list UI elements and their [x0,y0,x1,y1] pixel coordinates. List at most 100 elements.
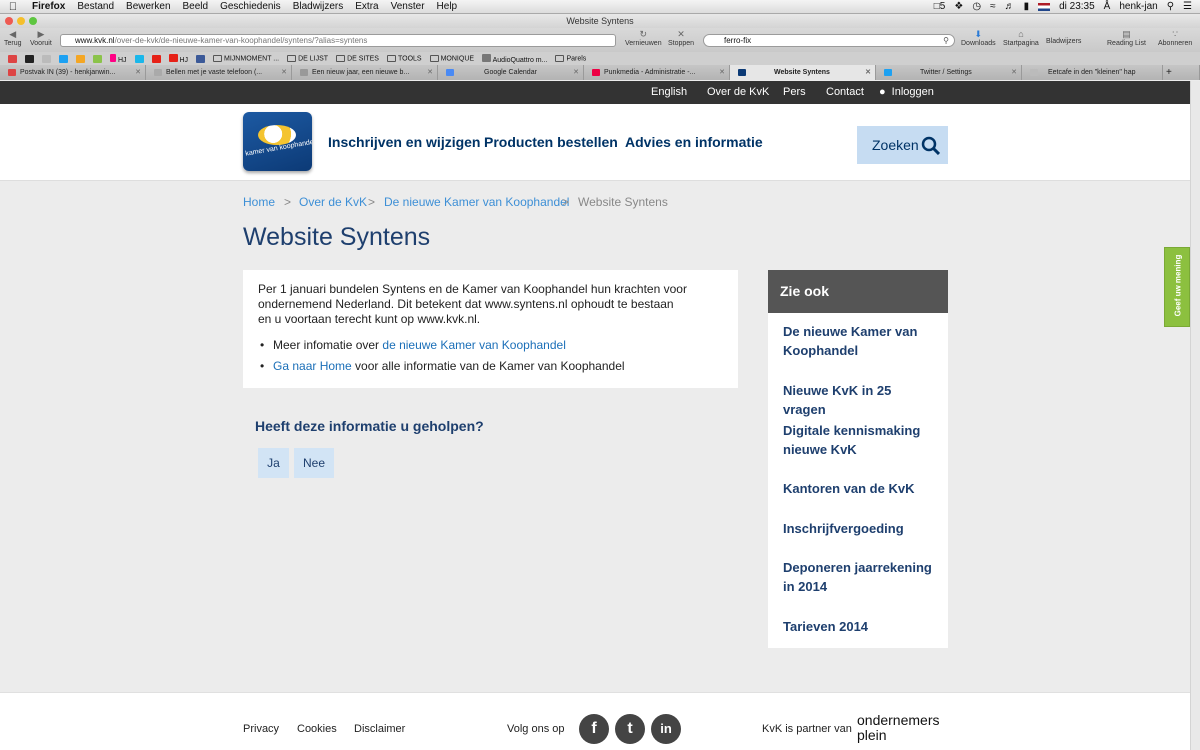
menu-bestand[interactable]: Bestand [71,1,120,12]
search-button[interactable]: Zoeken [857,126,948,164]
tab-gmail[interactable]: Postvak IN (39) - henkjanwin... ✕ [0,65,146,80]
bookmark-hj-2[interactable]: HJ [168,53,188,64]
reload-button[interactable]: ↻ Vernieuwen [625,30,662,48]
close-tab-icon[interactable]: ✕ [865,65,871,80]
spotlight-icon[interactable]: ⚲ [1167,1,1174,12]
volume-icon[interactable]: ♬ [1005,1,1015,12]
see-also-link[interactable]: Kantoren van de KvK [783,479,933,498]
tab-punkmedia[interactable]: Punkmedia - Administratie -... ✕ [584,65,730,80]
bookmark-audioquattro[interactable]: AudioQuattro m... [482,53,547,64]
close-tab-icon[interactable]: ✕ [427,65,433,80]
no-button[interactable]: Nee [294,448,334,478]
adobe-icon[interactable]: □5 [934,1,946,12]
bookmark-icon[interactable] [42,54,51,63]
bookmark-folder-parels[interactable]: Parels [555,54,586,62]
nav-register[interactable]: Inschrijven en wijzigen [328,104,480,181]
bookmarks-button[interactable]: Bladwijzers [1046,37,1081,46]
dropbox-icon[interactable]: ❖ [954,1,963,12]
forward-button[interactable]: ▶ Vooruit [30,30,52,48]
menu-beeld[interactable]: Beeld [177,1,215,12]
see-also-link[interactable]: Nieuwe KvK in 25 vragen [783,381,933,419]
login-link[interactable]: ● Inloggen [879,81,934,104]
new-kvk-link[interactable]: de nieuwe Kamer van Koophandel [382,338,565,352]
user-menu[interactable]: henk-jan [1119,1,1157,12]
linkedin-icon[interactable]: in [651,714,681,744]
twitter-icon[interactable]: t [615,714,645,744]
close-tab-icon[interactable]: ✕ [135,65,141,80]
search-engine-input[interactable]: ferro-fix ⚲ [703,34,955,47]
feedback-tab[interactable]: Geef uw mening [1164,247,1190,327]
magnifier-icon[interactable]: ⚲ [943,35,949,46]
menu-venster[interactable]: Venster [385,1,431,12]
close-tab-icon[interactable]: ✕ [281,65,287,80]
menu-firefox[interactable]: Firefox [26,1,71,12]
kvk-logo[interactable]: kamer van koophandel [243,112,312,171]
close-tab-icon[interactable]: ✕ [573,65,579,80]
bookmark-folder-mijnmoment[interactable]: MIJNMOMENT ... [213,54,279,62]
tab-twitter[interactable]: Twitter / Settings ✕ [876,65,1022,80]
tab-nieuw-jaar[interactable]: Een nieuw jaar, een nieuwe b... ✕ [292,65,438,80]
menu-bewerken[interactable]: Bewerken [120,1,176,12]
menu-bladwijzers[interactable]: Bladwijzers [287,1,350,12]
wifi-icon[interactable]: ≈ [990,1,996,12]
bookmark-icon[interactable] [93,54,102,63]
nav-advice[interactable]: Advies en informatie [625,104,763,181]
breadcrumb-about[interactable]: Over de KvK [299,195,367,209]
minimize-window-icon[interactable] [17,17,25,25]
menu-geschiedenis[interactable]: Geschiedenis [214,1,287,12]
bookmark-folder-de-sites[interactable]: DE SITES [336,54,379,62]
tab-eetcafe[interactable]: Eetcafe in den "kleinen" hap [1022,65,1163,80]
page-scrollbar[interactable] [1190,81,1200,750]
breadcrumb-home[interactable]: Home [243,195,275,209]
battery-icon[interactable]: ▮ [1024,1,1030,12]
vimeo-icon[interactable] [134,54,144,63]
notification-icon[interactable]: ☰ [1183,1,1192,12]
close-tab-icon[interactable]: ✕ [719,65,725,80]
about-kvk-link[interactable]: Over de KvK [707,81,769,104]
menu-help[interactable]: Help [431,1,464,12]
facebook-icon[interactable] [196,54,206,63]
see-also-link[interactable]: Digitale kennismaking nieuwe KvK [783,421,933,459]
facebook-icon[interactable]: f [579,714,609,744]
close-tab-icon[interactable]: ✕ [1011,65,1017,80]
downloads-button[interactable]: ⬇ Downloads [961,30,996,48]
bookmark-icon[interactable] [59,54,68,63]
tab-google-calendar[interactable]: Google Calendar ✕ [438,65,584,80]
see-also-link[interactable]: Inschrijfvergoeding [783,519,933,538]
subscribe-button[interactable]: ∵ Abonneren [1158,30,1192,48]
bookmark-folder-de-lijst[interactable]: DE LIJST [287,54,328,62]
see-also-link[interactable]: Tarieven 2014 [783,617,933,636]
back-button[interactable]: ◀ Terug [4,30,22,48]
flag-nl-icon[interactable] [1038,2,1051,11]
bookmark-folder-monique[interactable]: MONIQUE [429,54,474,62]
reading-list-button[interactable]: ▤ Reading List [1107,30,1146,48]
apple-icon[interactable]:  [0,1,26,13]
disclaimer-link[interactable]: Disclaimer [354,723,405,735]
timemachine-icon[interactable]: ◷ [972,1,981,12]
see-also-link[interactable]: Deponeren jaarrekening in 2014 [783,558,933,596]
press-link[interactable]: Pers [783,81,806,104]
yes-button[interactable]: Ja [258,448,289,478]
menu-extra[interactable]: Extra [349,1,384,12]
english-link[interactable]: English [651,81,687,104]
breadcrumb-new-kvk[interactable]: De nieuwe Kamer van Koophandel [384,195,569,209]
contact-link[interactable]: Contact [826,81,864,104]
nav-products[interactable]: Producten bestellen [484,104,618,181]
zoom-window-icon[interactable] [29,17,37,25]
tab-website-syntens[interactable]: Website Syntens ✕ [730,65,876,80]
bookmark-hj-1[interactable]: HJ [110,53,127,64]
bookmark-folder-tools[interactable]: TOOLS [386,54,422,62]
ondernemersplein-logo[interactable]: ondernemers plein [857,713,940,743]
close-window-icon[interactable] [5,17,13,25]
clock[interactable]: di 23:35 [1059,1,1095,12]
privacy-link[interactable]: Privacy [243,723,279,735]
url-input[interactable]: www.kvk.nl/over-de-kvk/de-nieuwe-kamer-v… [60,34,616,47]
gmail-icon[interactable] [8,54,17,63]
see-also-link[interactable]: De nieuwe Kamer van Koophandel [783,322,933,360]
bookmark-icon[interactable] [76,54,85,63]
cookies-link[interactable]: Cookies [297,723,337,735]
tab-bellen[interactable]: Bellen met je vaste telefoon (... ✕ [146,65,292,80]
bluetooth-icon[interactable]: Å [1104,1,1111,12]
youtube-icon[interactable] [151,54,161,63]
go-home-link[interactable]: Ga naar Home [273,359,352,373]
